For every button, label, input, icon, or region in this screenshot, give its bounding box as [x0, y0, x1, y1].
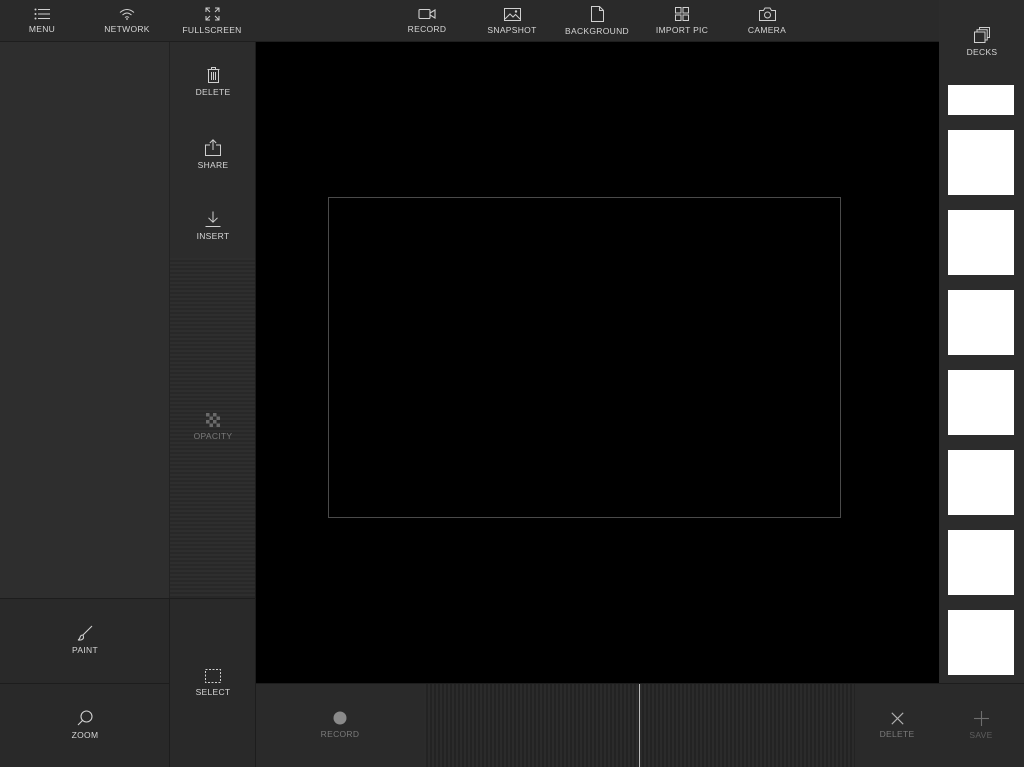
- opacity-label: OPACITY: [193, 431, 233, 441]
- download-icon: [205, 211, 221, 227]
- record-dot-icon: [333, 711, 347, 725]
- record-frame-label: RECORD: [320, 729, 360, 739]
- fullscreen-label: FULLSCREEN: [182, 25, 242, 35]
- insert-button[interactable]: INSERT: [178, 196, 248, 256]
- select-button[interactable]: SELECT: [178, 655, 248, 711]
- magnifier-icon: [77, 710, 93, 726]
- deck-thumbnail[interactable]: [948, 130, 1014, 195]
- menu-icon: [34, 8, 50, 20]
- checkerboard-icon: [206, 413, 220, 427]
- grid-icon: [675, 7, 689, 21]
- paint-button[interactable]: PAINT: [50, 612, 120, 668]
- record-video-label: RECORD: [407, 24, 447, 34]
- camera-button[interactable]: CAMERA: [740, 4, 794, 38]
- deck-thumbnail[interactable]: [948, 530, 1014, 595]
- deck-thumbnail[interactable]: [948, 85, 1014, 115]
- save-label: SAVE: [969, 729, 993, 740]
- record-video-button[interactable]: RECORD: [400, 4, 454, 38]
- timeline-playhead[interactable]: [639, 684, 640, 767]
- wifi-icon: [119, 8, 135, 20]
- save-button[interactable]: SAVE: [946, 697, 1016, 753]
- canvas-frame: [328, 197, 841, 518]
- select-label: SELECT: [195, 687, 231, 697]
- paint-label: PAINT: [72, 645, 98, 655]
- image-icon: [503, 7, 521, 21]
- paintbrush-icon: [77, 625, 93, 641]
- close-icon: [890, 711, 904, 725]
- layers-panel: [0, 42, 170, 598]
- import-pic-button[interactable]: IMPORT PIC: [652, 4, 712, 38]
- share-label: SHARE: [197, 159, 229, 170]
- share-button[interactable]: SHARE: [178, 124, 248, 184]
- share-icon: [205, 138, 221, 156]
- fullscreen-button[interactable]: FULLSCREEN: [180, 4, 244, 38]
- deck-thumbnail[interactable]: [948, 450, 1014, 515]
- menu-button[interactable]: MENU: [14, 4, 70, 38]
- marquee-select-icon: [205, 669, 221, 683]
- menu-label: MENU: [28, 24, 56, 34]
- document-icon: [590, 6, 604, 22]
- record-frame-button[interactable]: RECORD: [305, 697, 375, 753]
- delete-frame-label: DELETE: [879, 728, 915, 739]
- stacked-pages-icon: [974, 27, 990, 43]
- deck-thumbnail[interactable]: [948, 290, 1014, 355]
- decks-button[interactable]: DECKS: [952, 22, 1012, 62]
- snapshot-label: SNAPSHOT: [487, 24, 537, 35]
- background-label: BACKGROUND: [565, 26, 629, 36]
- delete-frame-button[interactable]: DELETE: [862, 697, 932, 753]
- deck-thumbnail[interactable]: [948, 370, 1014, 435]
- video-camera-icon: [418, 8, 436, 20]
- zoom-button[interactable]: ZOOM: [50, 697, 120, 753]
- delete-layer-label: DELETE: [195, 87, 231, 97]
- fullscreen-icon: [205, 7, 220, 21]
- deck-thumbnail[interactable]: [948, 210, 1014, 275]
- insert-label: INSERT: [196, 231, 230, 241]
- camera-icon: [758, 7, 776, 21]
- zoom-label: ZOOM: [71, 730, 99, 740]
- snapshot-button[interactable]: SNAPSHOT: [482, 4, 542, 38]
- network-button[interactable]: NETWORK: [98, 4, 156, 38]
- plus-icon: [973, 710, 989, 726]
- opacity-control[interactable]: OPACITY: [178, 402, 248, 452]
- delete-layer-button[interactable]: DELETE: [178, 52, 248, 112]
- network-label: NETWORK: [104, 24, 150, 34]
- import-pic-label: IMPORT PIC: [655, 25, 709, 35]
- camera-label: CAMERA: [747, 25, 787, 35]
- decks-label: DECKS: [966, 47, 998, 57]
- deck-thumbnail[interactable]: [948, 610, 1014, 675]
- trash-icon: [207, 67, 220, 83]
- background-button[interactable]: BACKGROUND: [562, 4, 632, 38]
